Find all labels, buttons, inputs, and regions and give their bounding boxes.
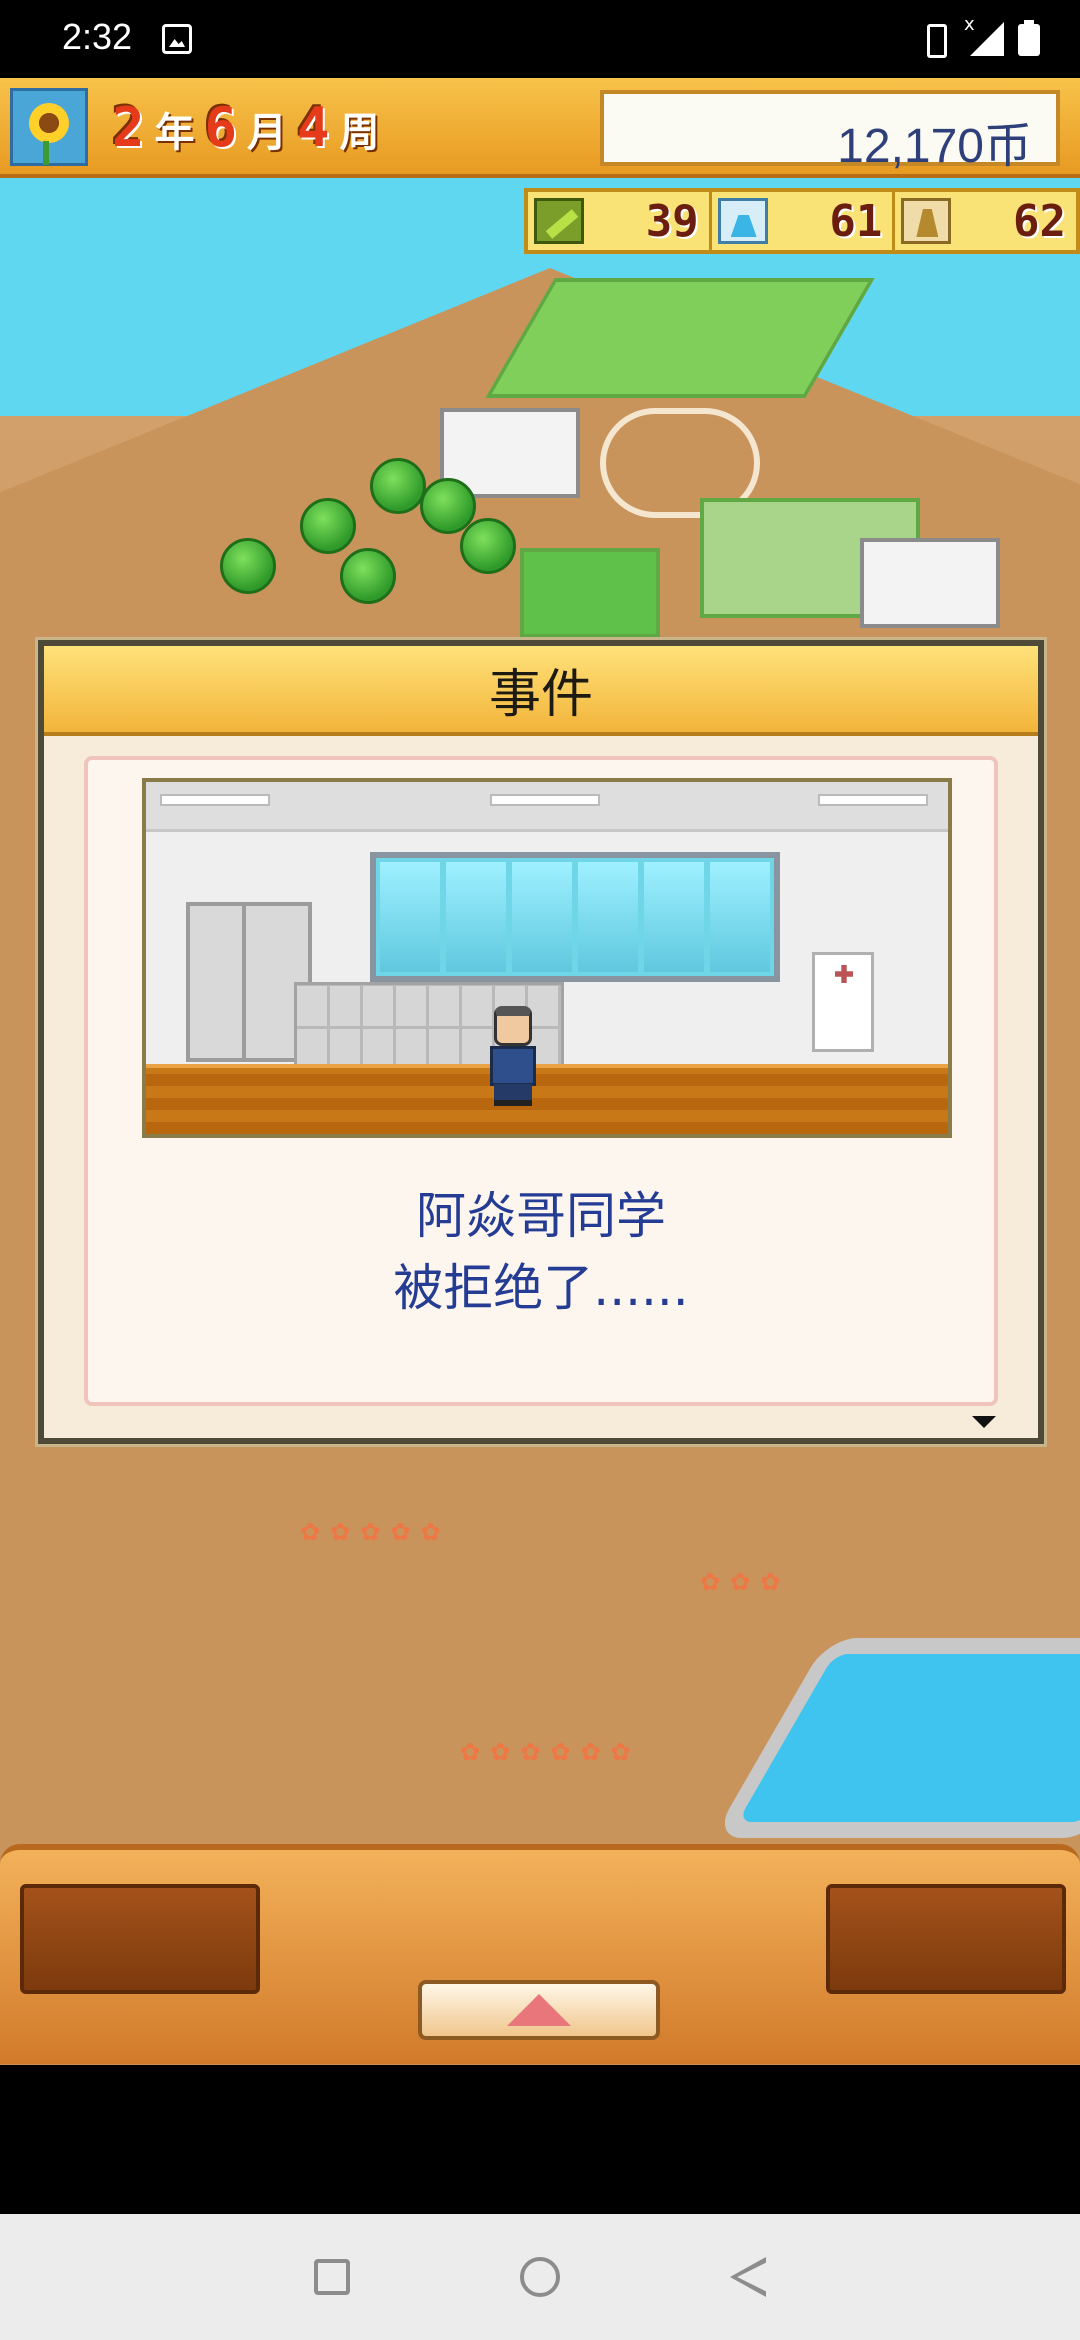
date-display: 2 年 6 月 4 周 [112, 96, 380, 159]
first-aid-box [812, 952, 874, 1052]
tree [340, 548, 396, 604]
dialog-title: 事件 [488, 664, 593, 725]
ceiling-lamp [818, 794, 928, 806]
ceiling-lamp [490, 794, 600, 806]
flask-icon [717, 198, 768, 244]
signal-icon: x [964, 14, 1004, 56]
tennis-court[interactable] [520, 548, 660, 638]
event-dialog[interactable]: 事件 阿焱哥同学 被拒绝了...... [38, 640, 1044, 1444]
flower-bed: ✿✿✿✿✿✿ [460, 1738, 641, 1766]
navigation-bar [0, 2214, 1080, 2340]
money-display: 12,170币 [600, 90, 1060, 173]
year-number: 2 [112, 96, 145, 159]
week-number: 4 [297, 96, 330, 159]
sunflower-icon[interactable] [10, 88, 88, 166]
dialog-header: 事件 [44, 646, 1038, 736]
recents-square-icon[interactable] [314, 2259, 350, 2295]
wooden-floor [146, 1064, 948, 1134]
right-menu-slot[interactable] [826, 1884, 1066, 1994]
next-arrow-icon[interactable] [972, 1416, 996, 1428]
stats-bar: 39 61 62 [524, 188, 1080, 254]
money-value: 12,170币 [837, 120, 1032, 173]
triangle-up-icon [507, 1994, 571, 2026]
tree [220, 538, 276, 594]
tree [460, 518, 516, 574]
stat-culture-value: 62 [1013, 195, 1067, 247]
tree [300, 498, 356, 554]
month-number: 6 [204, 96, 238, 159]
vibrate-icon [918, 21, 952, 58]
year-unit: 年 [154, 110, 195, 156]
vending-building[interactable] [860, 538, 1000, 628]
dialog-message: 阿焱哥同学 被拒绝了...... [88, 1180, 994, 1324]
status-icons: x [918, 14, 1040, 58]
event-scene-image [142, 778, 952, 1138]
status-bar: 2:32 x [0, 0, 1080, 78]
top-hud: 2 年 6 月 4 周 12,170币 [0, 78, 1080, 178]
tree [370, 458, 426, 514]
expand-menu-button[interactable] [418, 1980, 660, 2040]
pencil-icon [534, 198, 584, 244]
week-unit: 周 [339, 110, 380, 156]
battery-icon [1018, 20, 1040, 56]
back-triangle-icon[interactable] [730, 2257, 766, 2297]
dialog-body: 阿焱哥同学 被拒绝了...... [84, 756, 998, 1406]
ceiling-lamp [160, 794, 270, 806]
stat-study: 39 [528, 192, 709, 250]
image-icon [162, 24, 192, 54]
home-circle-icon[interactable] [520, 2257, 560, 2297]
status-time: 2:32 [62, 16, 133, 57]
flower-bed: ✿✿✿ [700, 1568, 791, 1596]
month-unit: 月 [247, 110, 288, 156]
message-line-2: 被拒绝了...... [393, 1259, 689, 1317]
message-line-1: 阿焱哥同学 [416, 1187, 666, 1245]
stat-science-value: 61 [829, 195, 883, 247]
left-menu-slot[interactable] [20, 1884, 260, 1994]
bell-icon [901, 198, 952, 244]
window [370, 852, 780, 982]
flower-bed: ✿✿✿✿✿ [300, 1518, 451, 1546]
student-character [482, 1006, 542, 1106]
bottom-menu-bar [0, 1844, 1080, 2064]
stat-study-value: 39 [645, 195, 699, 247]
stat-science: 61 [708, 192, 893, 250]
ceiling [146, 782, 948, 832]
stat-culture: 62 [892, 192, 1076, 250]
